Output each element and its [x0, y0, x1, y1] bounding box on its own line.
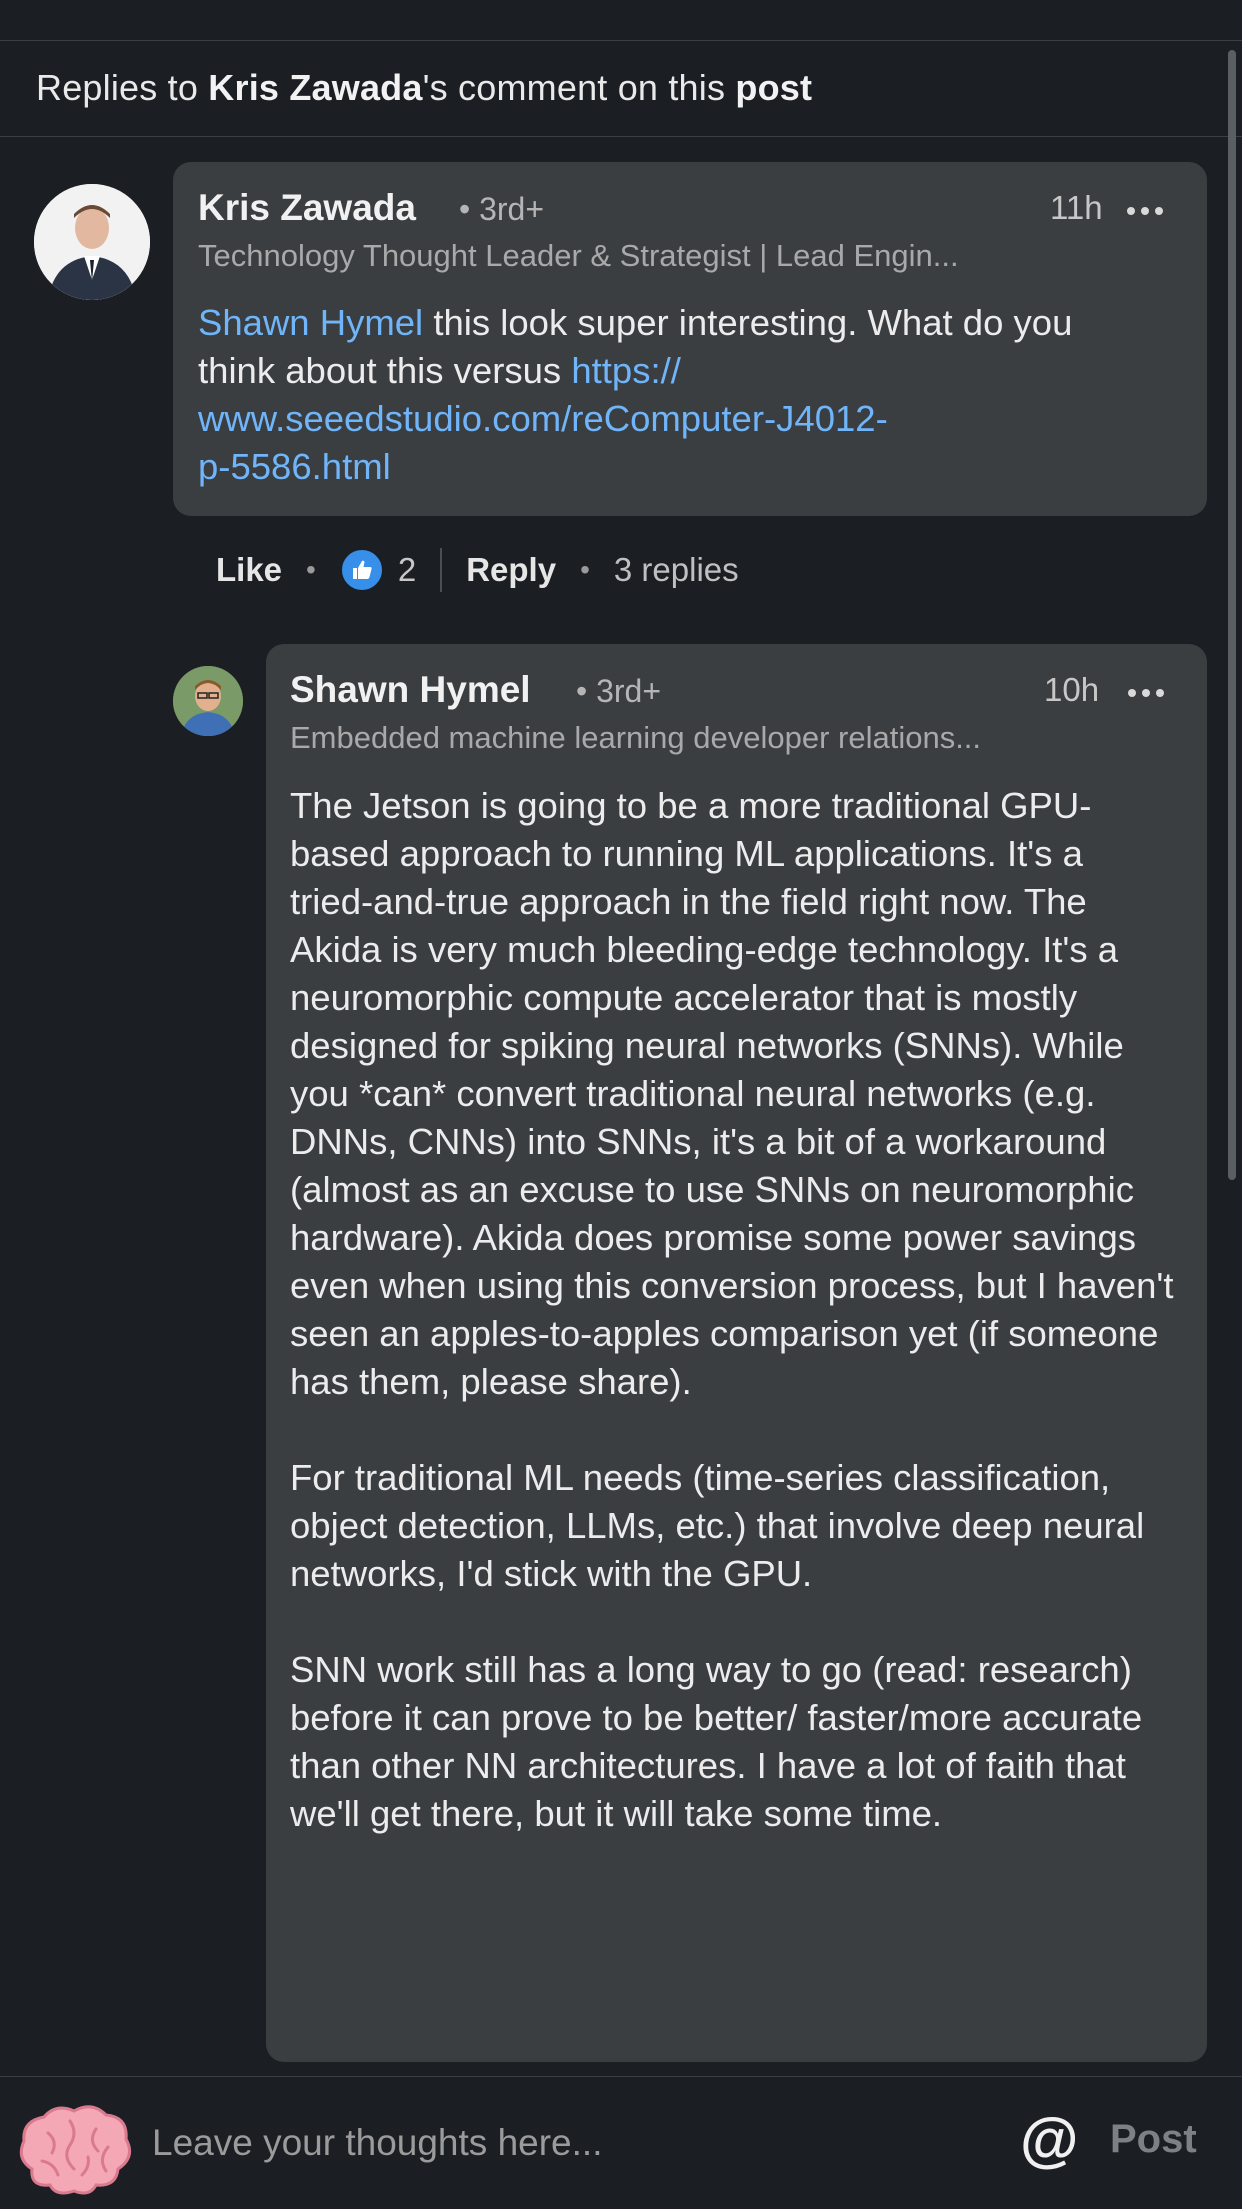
reply-paragraph: The Jetson is going to be a more traditi… [290, 785, 1174, 1402]
page-header: Replies to Kris Zawada's comment on this… [0, 40, 1242, 137]
comment-text: Shawn Hymel this look super interesting.… [198, 302, 1073, 487]
reply-text: The Jetson is going to be a more traditi… [290, 782, 1175, 1838]
separator-dot: • [306, 554, 316, 585]
comment-degree: • 3rd+ [459, 191, 545, 227]
page-title: Replies to Kris Zawada's comment on this… [36, 67, 813, 108]
replies-count-link[interactable]: 3 replies [614, 551, 739, 589]
comment-author-name[interactable]: Kris Zawada [198, 187, 416, 229]
comment-input[interactable] [150, 2107, 974, 2179]
reply-headline: Embedded machine learning developer rela… [290, 720, 982, 755]
post-button[interactable]: Post [1110, 2117, 1197, 2162]
reply-author-name[interactable]: Shawn Hymel [290, 669, 531, 711]
separator-dot: • [580, 554, 590, 585]
reply-button[interactable]: Reply [466, 551, 556, 589]
reply-bubble: Shawn Hymel • 3rd+ 10h Embedded machine … [266, 644, 1207, 2062]
thumbs-up-icon[interactable] [339, 548, 384, 592]
reply-paragraph: For traditional ML needs (time-series cl… [290, 1457, 1145, 1594]
header-post-link[interactable]: post [735, 67, 812, 108]
comment-composer: @ Post [0, 2076, 1242, 2209]
like-count[interactable]: 2 [398, 551, 416, 589]
comment-time: 11h [1050, 189, 1103, 226]
reply-degree: • 3rd+ [576, 673, 662, 709]
reply-time: 10h [1044, 671, 1100, 708]
reply-more-icon[interactable] [1128, 689, 1164, 697]
brain-avatar [12, 2099, 136, 2199]
comment-more-icon[interactable] [1127, 207, 1163, 215]
comment-headline: Technology Thought Leader & Strategist |… [198, 238, 959, 273]
scrollbar[interactable] [1228, 50, 1236, 1180]
mention-link[interactable]: Shawn Hymel [198, 302, 423, 343]
kris-avatar[interactable] [34, 184, 150, 300]
header-author[interactable]: Kris Zawada [208, 67, 422, 108]
shawn-avatar[interactable] [173, 666, 243, 736]
comment-bubble: Kris Zawada • 3rd+ 11h Technology Though… [173, 162, 1207, 516]
mention-at-button[interactable]: @ [1020, 2105, 1079, 2175]
like-button[interactable]: Like [216, 551, 282, 589]
reply-paragraph: SNN work still has a long way to go (rea… [290, 1649, 1143, 1834]
status-strip [0, 0, 1242, 41]
action-divider [440, 548, 443, 592]
comment-actions: Like • 2 Reply • 3 replies [216, 540, 739, 600]
